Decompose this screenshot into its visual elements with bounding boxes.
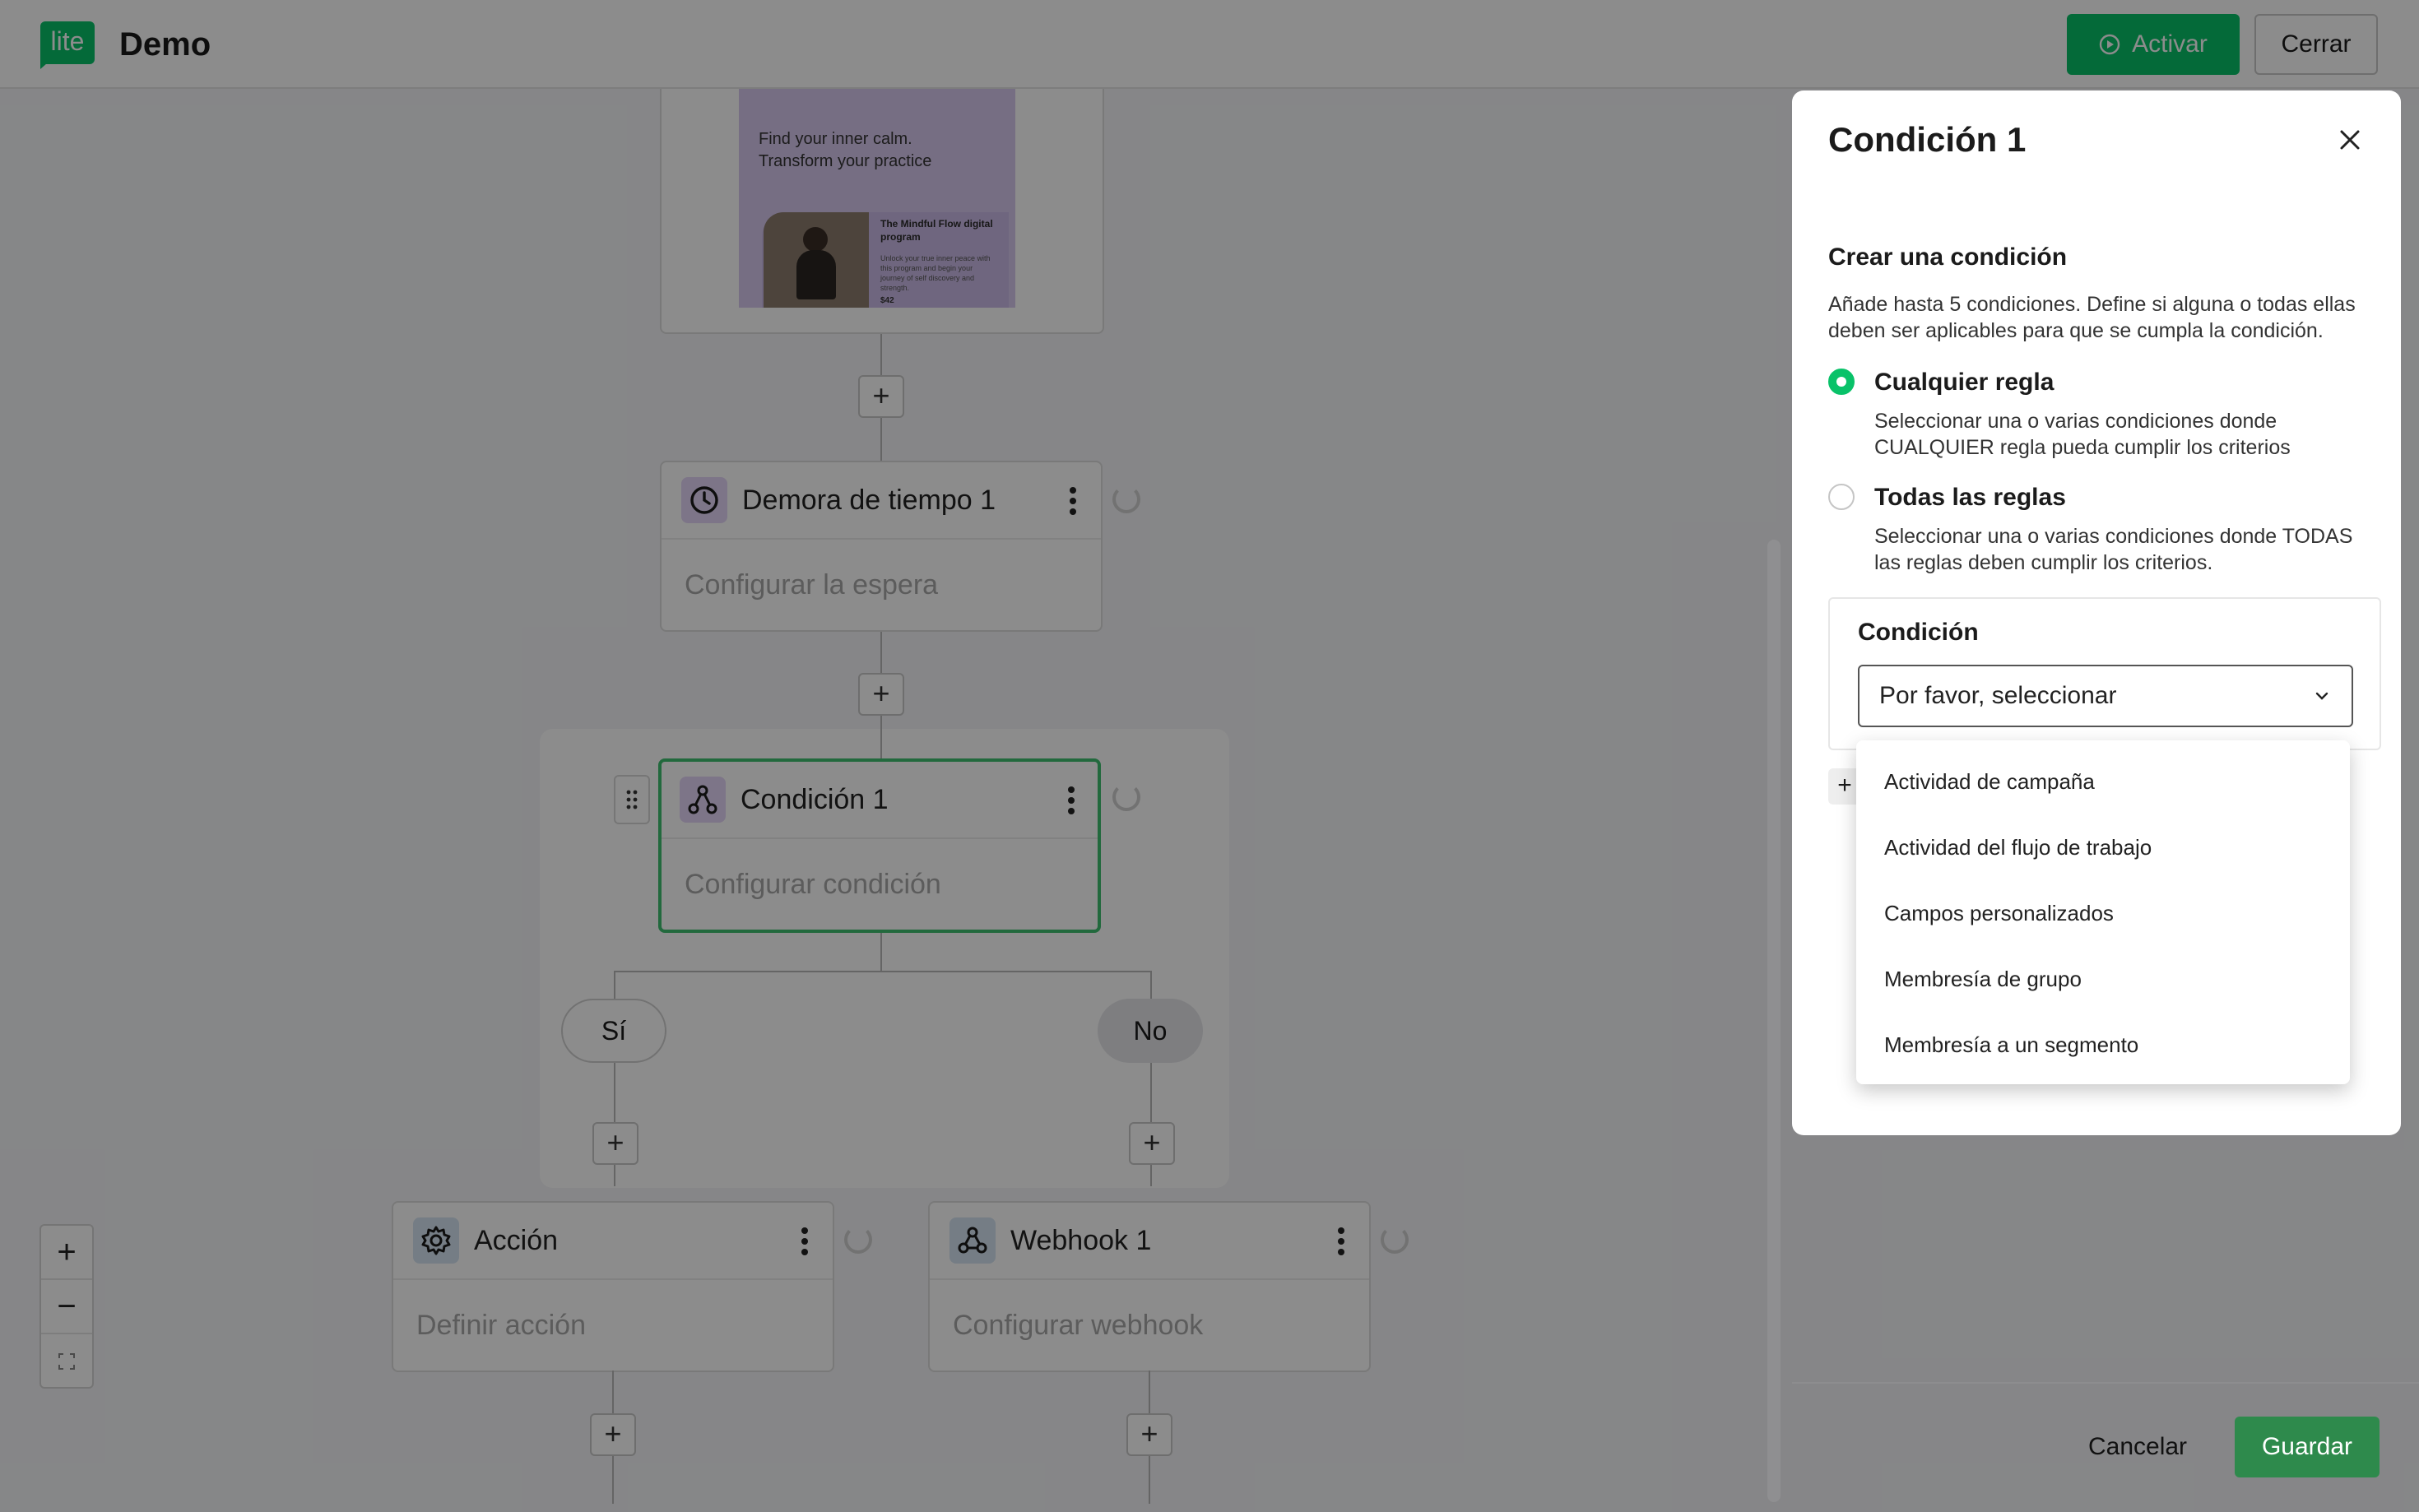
radio-any-rule[interactable] [1828, 369, 1855, 395]
condition-select-value: Por favor, seleccionar [1879, 682, 2117, 709]
condition-select[interactable]: Por favor, seleccionar [1858, 665, 2353, 727]
dropdown-option-custom-fields[interactable]: Campos personalizados [1856, 880, 2350, 946]
section-description: Añade hasta 5 condiciones. Define si alg… [1828, 293, 2356, 342]
canvas-scrollbar[interactable] [1767, 540, 1781, 1502]
dropdown-option-group-membership[interactable]: Membresía de grupo [1856, 946, 2350, 1012]
save-button[interactable]: Guardar [2235, 1417, 2380, 1477]
chevron-down-icon [2315, 692, 2328, 700]
radio-all-rules[interactable] [1828, 484, 1855, 510]
panel-title: Condición 1 [1828, 120, 2027, 159]
close-icon[interactable] [2333, 123, 2366, 156]
condition-dropdown-menu: Actividad de campaña Actividad del flujo… [1856, 740, 2350, 1084]
radio-all-rules-label[interactable]: Todas las reglas [1874, 484, 2066, 512]
cancel-button[interactable]: Cancelar [2073, 1417, 2202, 1477]
footer-divider [1792, 1382, 2419, 1384]
condition-box: Condición Por favor, seleccionar [1828, 597, 2381, 750]
dropdown-option-segment-membership[interactable]: Membresía a un segmento [1856, 1012, 2350, 1078]
dropdown-option-campaign-activity[interactable]: Actividad de campaña [1856, 749, 2350, 814]
section-title: Crear una condición [1828, 243, 2068, 271]
dropdown-option-workflow-activity[interactable]: Actividad del flujo de trabajo [1856, 814, 2350, 880]
radio-any-rule-label[interactable]: Cualquier regla [1874, 369, 2054, 397]
condition-label: Condición [1858, 619, 1979, 646]
radio-all-rules-description: Seleccionar una o varias condiciones don… [1874, 525, 2353, 574]
radio-any-rule-description: Seleccionar una o varias condiciones don… [1874, 410, 2291, 459]
